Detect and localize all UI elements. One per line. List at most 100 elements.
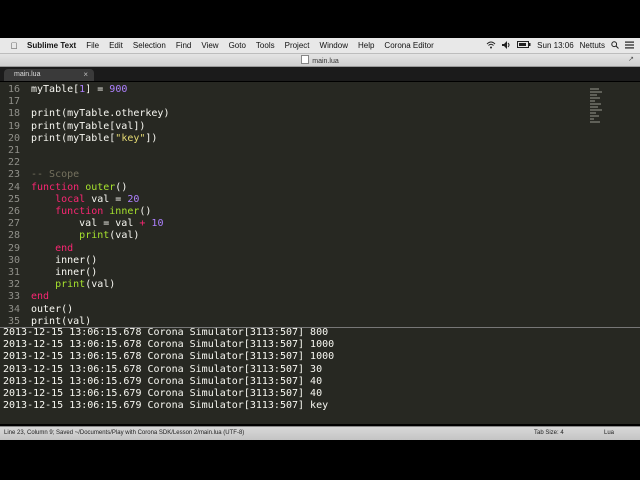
- code-token: 20: [127, 193, 140, 205]
- menu-help[interactable]: Help: [353, 41, 379, 50]
- console-line: 2013-12-15 13:06:15.679 Corona Simulator…: [3, 388, 323, 399]
- code-line[interactable]: inner(): [31, 267, 97, 279]
- line-number: 21: [7, 145, 20, 156]
- code-token: outer(): [31, 303, 74, 315]
- menu-window[interactable]: Window: [315, 41, 353, 50]
- line-number: 33: [7, 291, 20, 303]
- video-frame:  Sublime Text File Edit Selection Find …: [0, 0, 640, 480]
- menu-tools[interactable]: Tools: [251, 41, 280, 50]
- minimap[interactable]: [590, 88, 604, 126]
- code-line[interactable]: print(myTable[val]): [31, 121, 145, 133]
- line-number: 28: [7, 230, 20, 242]
- line-number: 29: [7, 242, 20, 254]
- console-panel[interactable]: 2013-12-15 13:06:15.678 Corona Simulator…: [0, 327, 640, 424]
- tab-bar: main.lua ×: [0, 67, 640, 82]
- code-token: +: [139, 218, 152, 230]
- notification-center-icon[interactable]: [625, 41, 634, 51]
- console-line: 2013-12-15 13:06:15.678 Corona Simulator…: [3, 327, 329, 338]
- code-line[interactable]: -- Scope: [31, 169, 79, 181]
- code-editor[interactable]: 16 17 18 19 20 21 22 23 24 25 26 27 28 29 30 31 32 33 34 35…: [0, 82, 640, 327]
- syntax-selector[interactable]: Lua: [604, 430, 614, 436]
- menu-edit[interactable]: Edit: [104, 41, 128, 50]
- code-token: myTable[: [31, 84, 80, 95]
- code-line[interactable]: local val = 20: [31, 194, 139, 206]
- code-token: ] =: [85, 84, 110, 95]
- console-line: 2013-12-15 13:06:15.678 Corona Simulator…: [3, 351, 335, 363]
- menu-goto[interactable]: Goto: [224, 41, 251, 50]
- line-number: 30: [7, 254, 20, 266]
- code-token: print: [79, 230, 110, 242]
- code-line[interactable]: myTable[1] = 900: [31, 84, 127, 96]
- code-token: outer: [85, 181, 116, 193]
- code-token: end: [55, 242, 74, 254]
- code-line[interactable]: print(myTable.otherkey): [31, 108, 169, 120]
- status-bar: Line 23, Column 9; Saved ~/Documents/Pla…: [0, 426, 640, 440]
- apple-icon[interactable]: : [6, 41, 22, 51]
- code-line[interactable]: outer(): [31, 304, 73, 316]
- code-line[interactable]: function inner(): [31, 206, 151, 218]
- tab-main-lua[interactable]: main.lua ×: [4, 69, 94, 81]
- line-number: 23: [7, 169, 20, 181]
- spotlight-search-icon[interactable]: [611, 40, 619, 51]
- code-token: "key": [115, 132, 146, 144]
- code-token: inner: [109, 206, 140, 217]
- user-name[interactable]: Nettuts: [580, 41, 605, 50]
- code-token: print(myTable.otherkey): [31, 108, 170, 120]
- code-token: (val): [85, 279, 116, 291]
- code-line[interactable]: end: [31, 243, 73, 255]
- code-area[interactable]: myTable[1] = 900 print(myTable.otherkey) p…: [31, 82, 580, 327]
- menu-corona-editor[interactable]: Corona Editor: [379, 41, 438, 50]
- code-line[interactable]: val = val + 10: [31, 218, 163, 230]
- status-cursor-info: Line 23, Column 9; Saved ~/Documents/Pla…: [4, 430, 245, 436]
- code-line[interactable]: inner(): [31, 255, 97, 267]
- code-token: val = val: [31, 218, 140, 230]
- tab-size-selector[interactable]: Tab Size: 4: [534, 430, 564, 436]
- line-number: 16: [7, 84, 20, 95]
- close-tab-icon[interactable]: ×: [83, 70, 88, 79]
- volume-icon[interactable]: [502, 40, 511, 51]
- battery-icon[interactable]: [517, 41, 531, 50]
- line-number: 24: [7, 181, 20, 193]
- code-token: local: [55, 193, 92, 205]
- line-number-gutter: 16 17 18 19 20 21 22 23 24 25 26 27 28 29 30 31 32 33 34 35: [0, 82, 24, 327]
- code-token: inner(): [31, 254, 98, 266]
- console-line: 2013-12-15 13:06:15.678 Corona Simulator…: [3, 339, 335, 351]
- code-token: val =: [91, 193, 128, 205]
- clock[interactable]: Sun 13:06: [537, 41, 573, 50]
- menu-bar:  Sublime Text File Edit Selection Find …: [0, 38, 640, 54]
- code-token: (): [139, 206, 152, 217]
- code-line[interactable]: print(myTable["key"]): [31, 133, 157, 145]
- code-token: print(val): [31, 315, 92, 327]
- menu-app-name[interactable]: Sublime Text: [22, 41, 81, 50]
- code-line[interactable]: print(val): [31, 316, 91, 327]
- line-number: 35: [7, 315, 20, 327]
- document-icon: [301, 55, 310, 64]
- code-token: print: [55, 279, 86, 291]
- menu-file[interactable]: File: [81, 41, 104, 50]
- code-token: -- Scope: [31, 169, 80, 181]
- fullscreen-icon[interactable]: ↗: [628, 55, 634, 63]
- menu-find[interactable]: Find: [171, 41, 197, 50]
- console-line: 2013-12-15 13:06:15.678 Corona Simulator…: [3, 363, 323, 375]
- code-line[interactable]: end: [31, 291, 49, 303]
- window-title-bar: main.lua ↗: [0, 54, 640, 67]
- menu-project[interactable]: Project: [280, 41, 315, 50]
- line-number: 20: [7, 132, 20, 144]
- code-line[interactable]: function outer(): [31, 182, 127, 194]
- code-token: function: [55, 206, 110, 217]
- window-title-text: main.lua: [312, 58, 339, 65]
- line-number: 22: [7, 157, 20, 169]
- code-line[interactable]: print(val): [31, 230, 139, 242]
- menu-view[interactable]: View: [196, 41, 223, 50]
- line-number: 25: [7, 193, 20, 205]
- window-title: main.lua: [0, 55, 640, 65]
- line-number: 32: [7, 279, 20, 291]
- wifi-icon[interactable]: [486, 41, 496, 51]
- menu-selection[interactable]: Selection: [128, 41, 171, 50]
- code-line[interactable]: print(val): [31, 279, 115, 291]
